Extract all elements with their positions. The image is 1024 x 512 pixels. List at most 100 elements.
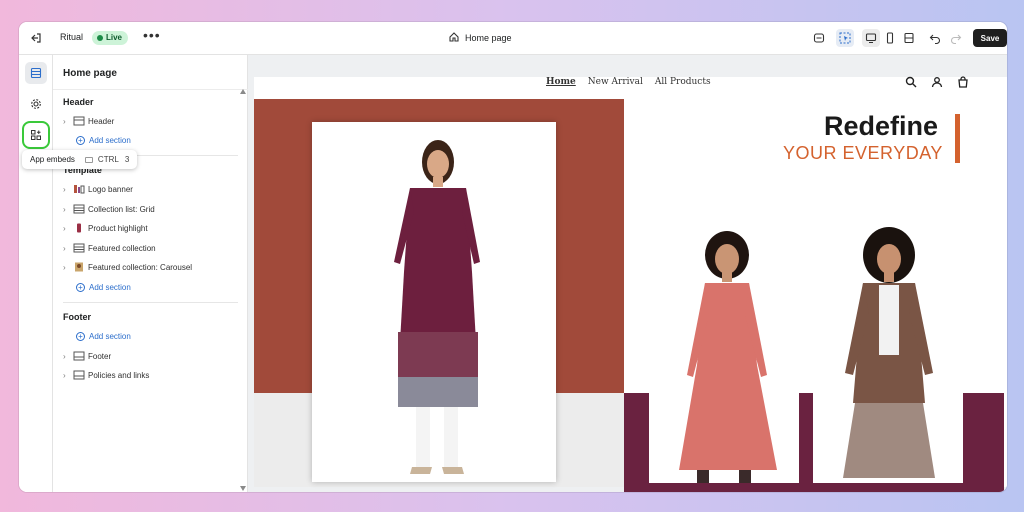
fullscreen-view-button[interactable] xyxy=(900,29,918,47)
select-element-button[interactable] xyxy=(836,29,854,47)
hero-title: Redefine xyxy=(824,111,939,141)
plus-icon: + xyxy=(76,135,85,145)
sidebar-item-label: Collection list: Grid xyxy=(88,204,155,214)
left-rail xyxy=(19,55,53,492)
sidebar-item-label: Logo banner xyxy=(88,184,133,194)
save-button[interactable]: Save xyxy=(973,29,1007,47)
group-footer-title: Footer xyxy=(63,312,91,322)
sidebar-item-featured-collection[interactable]: › Featured collection xyxy=(63,241,156,255)
chevron-right-icon: › xyxy=(63,243,66,253)
sidebar-item-label: Header xyxy=(88,116,115,126)
store-nav-icons xyxy=(905,76,969,88)
app-embeds-tooltip: App embeds CTRL 3 xyxy=(22,150,138,169)
add-section-footer-button[interactable]: + Add section xyxy=(76,330,131,342)
store-name[interactable]: Ritual xyxy=(60,32,83,42)
add-section-label: Add section xyxy=(89,135,131,145)
sidebar-item-product-highlight[interactable]: › Product highlight xyxy=(63,221,148,235)
sections-icon xyxy=(30,67,42,79)
cursor-select-icon xyxy=(839,32,851,44)
carousel-thumb-icon xyxy=(75,262,83,272)
scroll-up-arrow[interactable] xyxy=(240,89,246,94)
redo-button[interactable] xyxy=(947,29,965,47)
product-thumb-icon xyxy=(77,223,81,233)
shortcut-number: 3 xyxy=(124,155,130,164)
sidebar-item-label: Footer xyxy=(88,351,112,361)
sidebar-item-policies[interactable]: › Policies and links xyxy=(63,368,149,382)
add-section-template-button[interactable]: + Add section xyxy=(76,281,131,293)
plus-icon: + xyxy=(76,282,85,292)
model-dress-illustration xyxy=(679,231,777,483)
fullwidth-icon xyxy=(904,32,914,44)
hero-model-photo xyxy=(312,122,556,482)
group-header-title: Header xyxy=(63,97,94,107)
sidebar-item-logo-banner[interactable]: › Logo banner xyxy=(63,182,133,196)
app-embeds-button[interactable] xyxy=(22,121,50,149)
app-embeds-icon xyxy=(31,130,41,140)
undo-button[interactable] xyxy=(926,29,944,47)
chevron-right-icon: › xyxy=(63,184,66,194)
store-preview[interactable]: Home New Arrival All Products Redefine Y… xyxy=(254,76,1007,492)
divider xyxy=(53,89,248,90)
more-actions-button[interactable]: ••• xyxy=(143,27,161,43)
hero-accent-bar xyxy=(955,114,960,163)
add-section-label: Add section xyxy=(89,282,131,292)
undo-icon xyxy=(929,34,940,44)
sections-button[interactable] xyxy=(25,62,47,84)
shortcut-key: CTRL xyxy=(97,155,119,164)
chevron-right-icon: › xyxy=(63,223,66,233)
section-layout-icon xyxy=(73,116,85,126)
live-badge: Live xyxy=(92,31,129,45)
grid-icon xyxy=(73,243,85,253)
redo-icon xyxy=(951,34,962,44)
top-bar: Ritual Live ••• Home page Save xyxy=(19,22,1007,55)
divider xyxy=(63,302,238,303)
store-nav: Home New Arrival All Products xyxy=(546,77,711,89)
plus-icon: + xyxy=(76,331,85,341)
sidebar-title: Home page xyxy=(63,68,117,79)
grid-icon xyxy=(73,204,85,214)
model-jacket-illustration xyxy=(843,227,935,478)
section-layout-icon xyxy=(73,370,85,380)
hero-subtitle: YOUR EVERYDAY xyxy=(783,143,943,163)
editor-window: Ritual Live ••• Home page Save Home page… xyxy=(19,22,1007,492)
sidebar-item-footer[interactable]: › Footer xyxy=(63,349,111,363)
sidebar-item-label: Featured collection: Carousel xyxy=(88,262,193,272)
sections-sidebar: Home page Header › Header + Add section … xyxy=(53,55,248,492)
chevron-right-icon: › xyxy=(63,351,66,361)
exit-icon[interactable] xyxy=(29,31,43,45)
sidebar-item-label: Featured collection xyxy=(88,243,156,253)
desktop-icon xyxy=(865,33,877,44)
chevron-right-icon: › xyxy=(63,370,66,380)
page-selector[interactable]: Home page xyxy=(465,33,512,43)
nav-link-all-products[interactable]: All Products xyxy=(655,77,711,89)
sidebar-item-header[interactable]: › Header xyxy=(63,114,114,128)
chevron-right-icon: › xyxy=(63,262,66,272)
preview-canvas: Home New Arrival All Products Redefine Y… xyxy=(248,55,1007,492)
theme-inspector-button[interactable] xyxy=(810,29,828,47)
nav-link-home[interactable]: Home xyxy=(546,77,576,89)
section-layout-icon xyxy=(73,351,85,361)
add-section-label: Add section xyxy=(89,331,131,341)
account-icon[interactable] xyxy=(931,76,943,88)
keyboard-icon xyxy=(84,156,93,163)
home-icon xyxy=(449,32,459,42)
nav-link-new-arrival[interactable]: New Arrival xyxy=(588,77,643,89)
sidebar-item-featured-carousel[interactable]: › Featured collection: Carousel xyxy=(63,260,192,274)
sidebar-item-collection-list[interactable]: › Collection list: Grid xyxy=(63,202,155,216)
scroll-down-arrow[interactable] xyxy=(240,486,246,491)
theme-settings-button[interactable] xyxy=(25,93,47,115)
add-section-header-button[interactable]: + Add section xyxy=(76,134,131,146)
tooltip-label: App embeds xyxy=(30,155,75,164)
chevron-right-icon: › xyxy=(63,116,66,126)
model-photo-left xyxy=(649,225,799,483)
search-icon[interactable] xyxy=(905,76,917,88)
model-photo-right xyxy=(813,223,963,483)
mobile-icon xyxy=(886,32,894,44)
model-kurta-illustration xyxy=(394,140,480,474)
sidebar-item-label: Policies and links xyxy=(88,370,150,380)
gear-icon xyxy=(31,99,41,109)
desktop-view-button[interactable] xyxy=(862,29,880,47)
mobile-view-button[interactable] xyxy=(881,29,899,47)
cart-icon[interactable] xyxy=(957,76,969,88)
chevron-right-icon: › xyxy=(63,204,66,214)
